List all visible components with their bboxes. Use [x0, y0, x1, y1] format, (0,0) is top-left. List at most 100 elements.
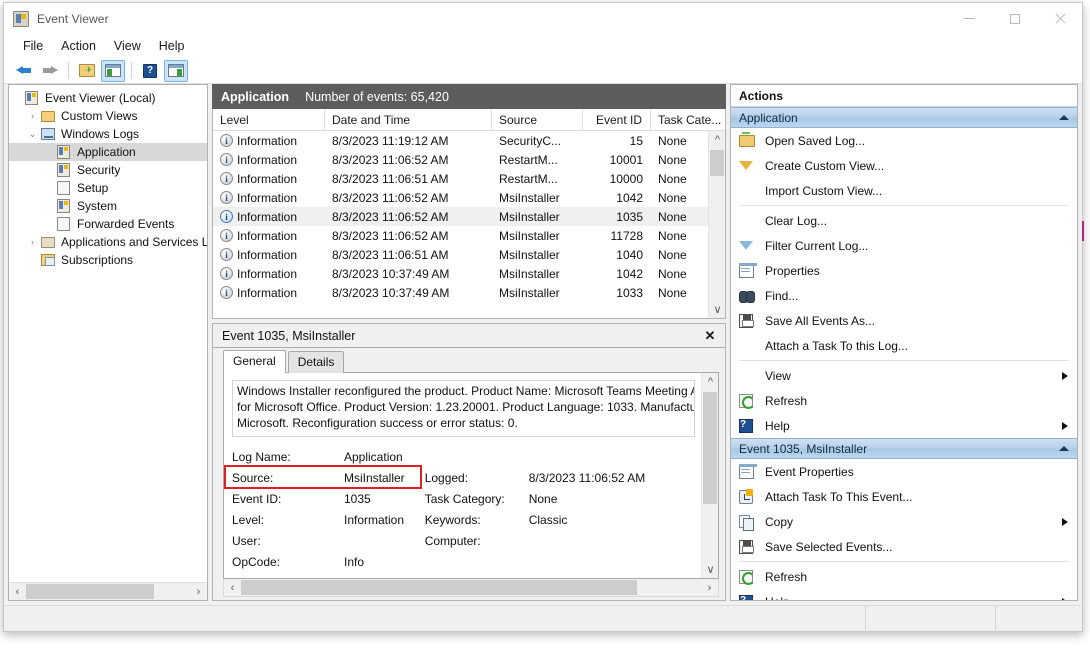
action-item-properties[interactable]: Properties: [731, 258, 1077, 283]
action-item-view[interactable]: View: [731, 363, 1077, 388]
tree-item-forwarded-events[interactable]: Forwarded Events: [9, 215, 207, 233]
menu-item-help[interactable]: Help: [150, 36, 194, 56]
action-item-attach-a-task-to-this-log[interactable]: Attach a Task To this Log...: [731, 333, 1077, 358]
column-header-date-and-time[interactable]: Date and Time: [325, 109, 492, 131]
tree-item-label: System: [77, 199, 118, 213]
tab-details[interactable]: Details: [287, 351, 345, 373]
action-item-filter-current-log[interactable]: Filter Current Log...: [731, 233, 1077, 258]
event-datetime-text: 8/3/2023 10:37:49 AM: [332, 266, 450, 281]
scroll-right-arrow-icon[interactable]: ›: [190, 583, 207, 600]
show-hide-console-tree-button[interactable]: [75, 60, 99, 82]
event-list[interactable]: Level Date and Time Source Event ID Task Cat…: [212, 109, 726, 319]
close-button[interactable]: [1037, 3, 1082, 34]
tree-item-security[interactable]: Security: [9, 161, 207, 179]
action-item-find[interactable]: Find...: [731, 283, 1077, 308]
expander-icon[interactable]: ⌄: [25, 125, 40, 143]
show-hide-action-pane-button[interactable]: [101, 59, 125, 82]
event-row[interactable]: i Information 8/3/2023 10:37:49 AM MsiInsta…: [213, 283, 708, 302]
action-item-save-all-events-as[interactable]: Save All Events As...: [731, 308, 1077, 333]
tree-item-custom-views[interactable]: › Custom Views: [9, 107, 207, 125]
submenu-arrow-icon[interactable]: [1062, 517, 1068, 526]
event-row[interactable]: i Information 8/3/2023 11:06:52 AM MsiInsta…: [213, 226, 708, 245]
scroll-up-arrow-icon[interactable]: ^: [702, 373, 719, 390]
action-item-save-selected-events[interactable]: Save Selected Events...: [731, 534, 1077, 559]
expander-icon[interactable]: ›: [25, 107, 40, 125]
actions-group-header[interactable]: Event 1035, MsiInstaller: [731, 438, 1077, 459]
console-tree[interactable]: Event Viewer (Local) › Custom Views ⌄ Window…: [9, 85, 207, 582]
scroll-down-arrow-icon[interactable]: ∨: [702, 561, 719, 578]
scroll-down-arrow-icon[interactable]: ∨: [709, 301, 725, 318]
action-item-event-properties[interactable]: Event Properties: [731, 459, 1077, 484]
action-item-import-custom-view[interactable]: Import Custom View...: [731, 178, 1077, 203]
expander-icon[interactable]: ›: [25, 233, 40, 251]
action-item-help[interactable]: ? Help: [731, 589, 1077, 600]
event-list-vscroll-thumb[interactable]: [710, 150, 724, 176]
scroll-right-arrow-icon[interactable]: ›: [701, 579, 718, 596]
submenu-arrow-icon[interactable]: [1062, 597, 1068, 600]
tree-item-system[interactable]: System: [9, 197, 207, 215]
forward-button[interactable]: [38, 60, 62, 82]
tree-item-subscriptions[interactable]: Subscriptions: [9, 251, 207, 269]
action-item-open-saved-log[interactable]: Open Saved Log...: [731, 128, 1077, 153]
tree-item-event-viewer-local[interactable]: Event Viewer (Local): [9, 89, 207, 107]
action-item-label: Event Properties: [765, 464, 854, 479]
tree-hscroll-thumb[interactable]: [26, 584, 154, 599]
tree-item-applications-and-services-lo[interactable]: › Applications and Services Lo: [9, 233, 207, 251]
menu-item-view[interactable]: View: [105, 36, 150, 56]
help-button[interactable]: ?: [138, 60, 162, 82]
event-list-vscroll-track[interactable]: [709, 148, 725, 301]
action-item-refresh[interactable]: Refresh: [731, 564, 1077, 589]
event-rows[interactable]: i Information 8/3/2023 11:19:12 AM Security…: [213, 131, 708, 318]
action-item-help[interactable]: ? Help: [731, 413, 1077, 438]
event-detail-vertical-scrollbar[interactable]: ^ ∨: [701, 373, 718, 578]
action-item-copy[interactable]: Copy: [731, 509, 1077, 534]
event-detail-horizontal-scrollbar[interactable]: ‹ ›: [223, 579, 719, 597]
back-button[interactable]: [12, 60, 36, 82]
action-item-clear-log[interactable]: Clear Log...: [731, 208, 1077, 233]
event-task-category-text: None: [658, 209, 687, 224]
event-detail-vscroll-track[interactable]: [702, 390, 718, 561]
scroll-left-arrow-icon[interactable]: ‹: [9, 583, 26, 600]
column-header-task-cate[interactable]: Task Cate...: [651, 109, 725, 131]
menu-item-file[interactable]: File: [14, 36, 52, 56]
tree-item-application[interactable]: Application: [9, 143, 207, 161]
action-item-attach-task-to-this-event[interactable]: Attach Task To This Event...: [731, 484, 1077, 509]
event-row[interactable]: i Information 8/3/2023 11:06:52 AM RestartM…: [213, 150, 708, 169]
event-row[interactable]: i Information 8/3/2023 11:06:51 AM MsiInsta…: [213, 245, 708, 264]
event-row[interactable]: i Information 8/3/2023 11:19:12 AM Security…: [213, 131, 708, 150]
scroll-up-arrow-icon[interactable]: ^: [709, 131, 725, 148]
event-detail-vscroll-thumb[interactable]: [703, 392, 717, 504]
column-header-event-id[interactable]: Event ID: [583, 109, 651, 131]
scroll-left-arrow-icon[interactable]: ‹: [224, 579, 241, 596]
tab-general[interactable]: General: [223, 350, 286, 373]
menu-item-action[interactable]: Action: [52, 36, 105, 56]
chevron-up-icon[interactable]: [1059, 446, 1069, 451]
close-icon[interactable]: ✕: [701, 327, 719, 345]
event-row[interactable]: i Information 8/3/2023 11:06:52 AM MsiInsta…: [213, 188, 708, 207]
action-item-create-custom-view[interactable]: Create Custom View...: [731, 153, 1077, 178]
tree-horizontal-scrollbar[interactable]: ‹ ›: [9, 582, 207, 600]
event-id-text: 1033: [616, 285, 643, 300]
window-title: Event Viewer: [37, 11, 109, 26]
event-row[interactable]: i Information 8/3/2023 11:06:52 AM MsiInsta…: [213, 207, 708, 226]
actions-list[interactable]: Application Open Saved Log... Create Custo…: [731, 107, 1077, 600]
event-row[interactable]: i Information 8/3/2023 10:37:49 AM MsiInsta…: [213, 264, 708, 283]
submenu-arrow-icon[interactable]: [1062, 371, 1068, 380]
show-hide-preview-pane-button[interactable]: [164, 59, 188, 82]
tree-item-windows-logs[interactable]: ⌄ Windows Logs: [9, 125, 207, 143]
chevron-up-icon[interactable]: [1059, 115, 1069, 120]
maximize-button[interactable]: [992, 3, 1037, 34]
event-detail-hscroll-track[interactable]: [241, 579, 701, 596]
event-row[interactable]: i Information 8/3/2023 11:06:51 AM RestartM…: [213, 169, 708, 188]
column-header-source[interactable]: Source: [492, 109, 583, 131]
event-id-text: 1042: [616, 266, 643, 281]
column-header-level[interactable]: Level: [213, 109, 325, 131]
submenu-arrow-icon[interactable]: [1062, 421, 1068, 430]
tree-hscroll-track[interactable]: [26, 583, 190, 600]
action-item-refresh[interactable]: Refresh: [731, 388, 1077, 413]
minimize-button[interactable]: [947, 3, 992, 34]
event-detail-hscroll-thumb[interactable]: [241, 580, 637, 595]
tree-item-setup[interactable]: Setup: [9, 179, 207, 197]
actions-group-header[interactable]: Application: [731, 107, 1077, 128]
event-list-vertical-scrollbar[interactable]: ^ ∨: [708, 131, 725, 318]
